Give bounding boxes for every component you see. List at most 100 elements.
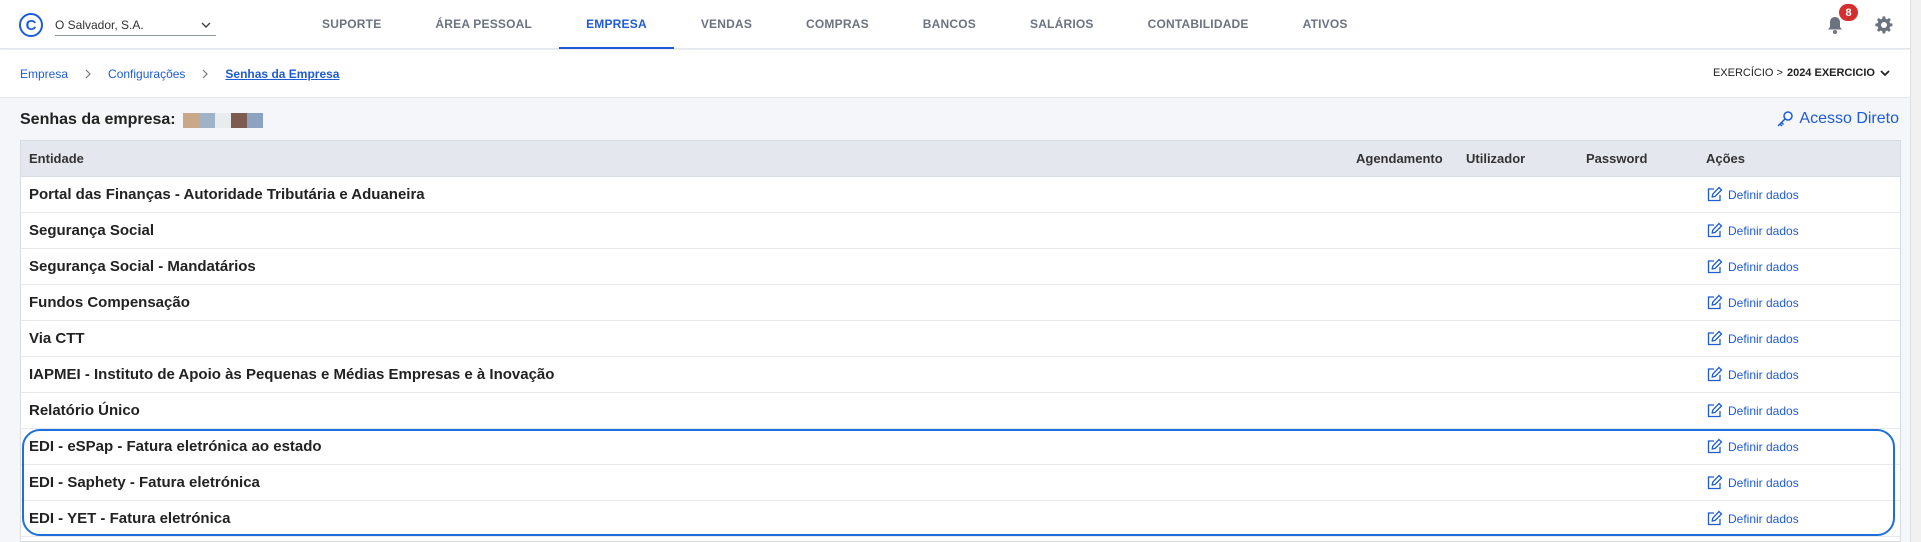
table-row: EDI - YET - Fatura eletrónica Definir dad… — [21, 501, 1900, 537]
define-data-button[interactable]: Definir dados — [1706, 402, 1900, 419]
table-body: Portal das Finanças - Autoridade Tributá… — [21, 177, 1900, 537]
actions-cell: Definir dados — [1706, 222, 1900, 239]
define-data-label: Definir dados — [1728, 187, 1799, 202]
define-data-label: Definir dados — [1728, 295, 1799, 310]
actions-cell: Definir dados — [1706, 186, 1900, 203]
column-header-agendamento: Agendamento — [1356, 151, 1443, 166]
define-data-label: Definir dados — [1728, 223, 1799, 238]
exercise-value: 2024 EXERCICIO — [1786, 67, 1875, 79]
define-data-button[interactable]: Definir dados — [1706, 366, 1900, 383]
breadcrumb: Empresa Configurações Senhas da Empresa — [20, 67, 339, 81]
define-data-button[interactable]: Definir dados — [1706, 474, 1900, 491]
exercise-selector[interactable]: EXERCÍCIO > 2024 EXERCICIO — [1713, 67, 1891, 79]
breadcrumb-senhas-da-empresa[interactable]: Senhas da Empresa — [225, 67, 339, 81]
nav-suporte[interactable]: SUPORTE — [295, 0, 408, 49]
column-header-acoes: Ações — [1706, 151, 1746, 166]
page-title: Senhas da empresa: — [20, 111, 263, 129]
edit-icon — [1707, 438, 1723, 454]
column-header-entidade: Entidade — [29, 151, 84, 166]
direct-access-link[interactable]: Acesso Direto — [1776, 110, 1899, 128]
define-data-label: Definir dados — [1728, 403, 1799, 418]
entity-name: Via CTT — [29, 330, 85, 347]
actions-cell: Definir dados — [1706, 330, 1900, 347]
define-data-button[interactable]: Definir dados — [1706, 222, 1900, 239]
define-data-label: Definir dados — [1728, 367, 1799, 382]
exercise-prefix: EXERCÍCIO > — [1712, 67, 1783, 79]
define-data-button[interactable]: Definir dados — [1706, 330, 1900, 347]
table-row: Relatório Único Definir dados — [21, 393, 1900, 429]
define-data-button[interactable]: Definir dados — [1706, 258, 1900, 275]
actions-cell: Definir dados — [1706, 402, 1900, 419]
entity-name: IAPMEI - Instituto de Apoio às Pequenas … — [29, 366, 555, 383]
actions-cell: Definir dados — [1706, 366, 1900, 383]
entity-name: EDI - YET - Fatura eletrónica — [29, 510, 231, 527]
page-scrollbar[interactable] — [1910, 0, 1921, 542]
define-data-button[interactable]: Definir dados — [1706, 438, 1900, 455]
actions-cell: Definir dados — [1706, 474, 1900, 491]
edit-icon — [1707, 294, 1723, 310]
direct-access-label: Acesso Direto — [1799, 110, 1899, 127]
edit-icon — [1707, 258, 1723, 274]
table-row: Via CTT Definir dados — [21, 321, 1900, 357]
main-nav: SUPORTE ÁREA PESSOAL EMPRESA VENDAS COMP… — [295, 0, 1375, 49]
actions-cell: Definir dados — [1706, 258, 1900, 275]
define-data-label: Definir dados — [1728, 331, 1799, 346]
entity-name: EDI - eSPap - Fatura eletrónica ao estad… — [29, 438, 322, 455]
edit-icon — [1707, 330, 1723, 346]
define-data-label: Definir dados — [1728, 475, 1799, 490]
edit-icon — [1707, 366, 1723, 382]
breadcrumb-empresa[interactable]: Empresa — [20, 67, 68, 81]
chevron-right-icon — [202, 69, 209, 79]
table-row: Portal das Finanças - Autoridade Tributá… — [21, 177, 1900, 213]
table-row: IAPMEI - Instituto de Apoio às Pequenas … — [21, 357, 1900, 393]
gear-icon[interactable] — [1874, 15, 1894, 35]
column-header-utilizador: Utilizador — [1466, 151, 1526, 166]
table-row: Fundos Compensação Definir dados — [21, 285, 1900, 321]
notification-badge: 8 — [1839, 4, 1858, 21]
chevron-right-icon — [85, 69, 91, 79]
company-select[interactable]: O Salvador, S.A. — [55, 14, 216, 36]
table-row: EDI - eSPap - Fatura eletrónica ao estad… — [21, 429, 1900, 465]
company-name: O Salvador, S.A. — [55, 17, 144, 32]
entity-name: Fundos Compensação — [29, 294, 190, 311]
define-data-label: Definir dados — [1728, 439, 1799, 454]
entity-name: Segurança Social - Mandatários — [29, 258, 256, 275]
edit-icon — [1707, 402, 1723, 418]
actions-cell: Definir dados — [1706, 438, 1900, 455]
define-data-button[interactable]: Definir dados — [1706, 510, 1900, 527]
edit-icon — [1707, 474, 1723, 490]
passwords-table: Entidade Agendamento Utilizador Password… — [20, 140, 1901, 542]
nav-ativos[interactable]: ATIVOS — [1276, 0, 1375, 49]
nav-empresa[interactable]: EMPRESA — [559, 0, 674, 49]
nav-contabilidade[interactable]: CONTABILIDADE — [1121, 0, 1276, 49]
redacted-company-name — [182, 112, 263, 128]
nav-compras[interactable]: COMPRAS — [779, 0, 896, 49]
app-logo-icon[interactable]: C — [19, 13, 43, 37]
define-data-label: Definir dados — [1728, 259, 1799, 274]
table-header: Entidade Agendamento Utilizador Password… — [21, 141, 1900, 177]
breadcrumb-bar: Empresa Configurações Senhas da Empresa … — [0, 50, 1921, 98]
table-row: Segurança Social Definir dados — [21, 213, 1900, 249]
top-bar: C O Salvador, S.A. SUPORTE ÁREA PESSOAL … — [0, 0, 1921, 49]
edit-icon — [1707, 222, 1723, 238]
edit-icon — [1707, 510, 1723, 526]
define-data-button[interactable]: Definir dados — [1706, 294, 1900, 311]
chevron-down-icon — [201, 22, 211, 28]
nav-salarios[interactable]: SALÁRIOS — [1003, 0, 1121, 49]
breadcrumb-configuracoes[interactable]: Configurações — [108, 67, 185, 81]
table-row: EDI - Saphety - Fatura eletrónica Definir… — [21, 465, 1900, 501]
column-header-password: Password — [1586, 151, 1648, 166]
nav-bancos[interactable]: BANCOS — [896, 0, 1003, 49]
entity-name: EDI - Saphety - Fatura eletrónica — [29, 474, 260, 491]
nav-area-pessoal[interactable]: ÁREA PESSOAL — [408, 0, 559, 49]
nav-vendas[interactable]: VENDAS — [674, 0, 779, 49]
edit-icon — [1707, 186, 1723, 202]
actions-cell: Definir dados — [1706, 294, 1900, 311]
actions-cell: Definir dados — [1706, 510, 1900, 527]
entity-name: Relatório Único — [29, 402, 140, 419]
entity-name: Segurança Social — [29, 222, 155, 239]
chevron-down-icon — [1880, 70, 1890, 77]
entity-name: Portal das Finanças - Autoridade Tributá… — [29, 186, 425, 203]
key-icon — [1777, 111, 1794, 127]
define-data-button[interactable]: Definir dados — [1706, 186, 1900, 203]
